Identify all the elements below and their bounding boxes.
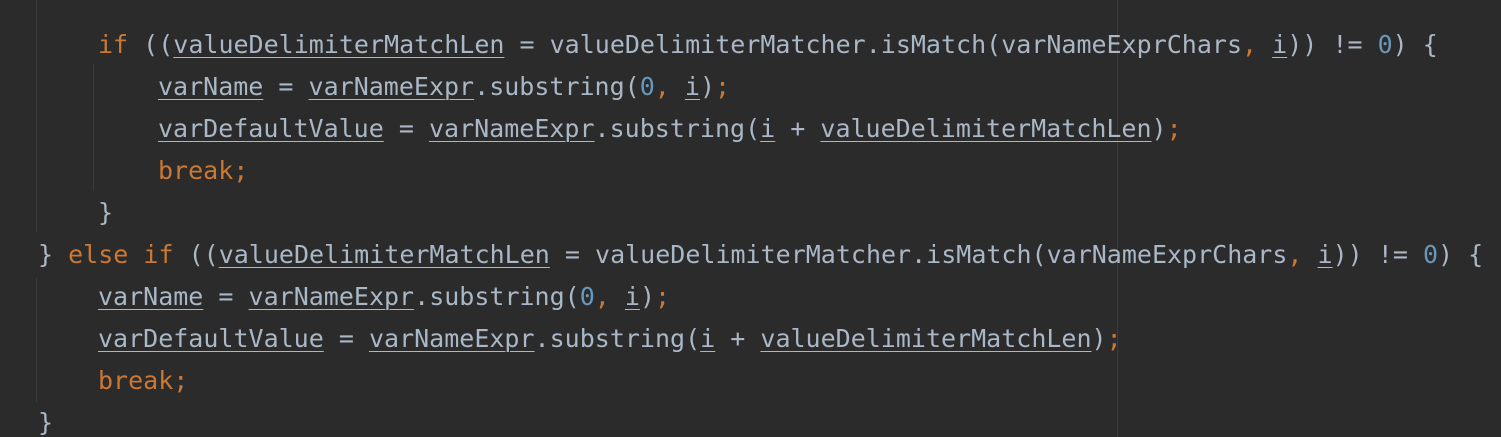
variable: varNameExprChars: [1046, 240, 1288, 269]
variable: varName: [158, 72, 264, 101]
variable: valueDelimiterMatchLen: [173, 30, 505, 59]
method: substring: [489, 72, 625, 101]
code-line[interactable]: break;: [158, 150, 248, 192]
number-literal: 0: [579, 282, 595, 311]
code-line[interactable]: break;: [98, 360, 188, 402]
method: isMatch: [880, 30, 987, 59]
variable: varDefaultValue: [98, 324, 324, 353]
variable: varNameExpr: [368, 324, 535, 353]
indent-guide: [36, 0, 37, 232]
number-literal: 0: [1422, 240, 1439, 269]
variable: valueDelimiterMatcher: [595, 240, 912, 269]
variable: varName: [98, 282, 204, 311]
variable: i: [700, 324, 716, 353]
variable: valueDelimiterMatcher: [549, 30, 866, 59]
code-line[interactable]: varDefaultValue = varNameExpr.substring(…: [98, 318, 1122, 360]
code-line[interactable]: } else if ((valueDelimiterMatchLen = val…: [38, 234, 1483, 276]
number-literal: 0: [1377, 30, 1393, 59]
code-line[interactable]: varName = varNameExpr.substring(0, i);: [158, 66, 730, 108]
variable: varNameExpr: [308, 72, 475, 101]
keyword-if: if: [98, 30, 129, 59]
variable: i: [1272, 30, 1288, 59]
code-editor[interactable]: if ((valueDelimiterMatchLen = valueDelim…: [0, 0, 1501, 437]
close-brace: }: [38, 408, 54, 437]
variable: valueDelimiterMatchLen: [218, 240, 550, 269]
keyword-else: else: [68, 240, 129, 269]
variable: i: [624, 282, 640, 311]
close-brace: }: [98, 198, 114, 227]
variable: varDefaultValue: [158, 114, 384, 143]
code-line[interactable]: varDefaultValue = varNameExpr.substring(…: [158, 108, 1182, 150]
code-line[interactable]: if ((valueDelimiterMatchLen = valueDelim…: [98, 24, 1438, 66]
code-line[interactable]: varName = varNameExpr.substring(0, i);: [98, 276, 670, 318]
method: substring: [429, 282, 565, 311]
number-literal: 0: [639, 72, 655, 101]
method: substring: [549, 324, 686, 353]
indent-guide: [36, 278, 37, 402]
method: substring: [609, 114, 746, 143]
keyword-if: if: [143, 240, 174, 269]
indent-guide: [93, 64, 94, 191]
code-line[interactable]: }: [38, 402, 53, 437]
variable: i: [1317, 240, 1333, 269]
variable: i: [760, 114, 776, 143]
variable: valueDelimiterMatchLen: [820, 114, 1152, 143]
keyword-break: break: [98, 366, 174, 395]
variable: varNameExpr: [428, 114, 595, 143]
keyword-break: break: [158, 156, 234, 185]
variable: i: [684, 72, 700, 101]
variable: valueDelimiterMatchLen: [760, 324, 1092, 353]
variable: varNameExprChars: [1001, 30, 1243, 59]
code-line[interactable]: }: [98, 192, 113, 234]
method: isMatch: [926, 240, 1032, 269]
close-brace: }: [38, 240, 54, 269]
variable: varNameExpr: [248, 282, 415, 311]
